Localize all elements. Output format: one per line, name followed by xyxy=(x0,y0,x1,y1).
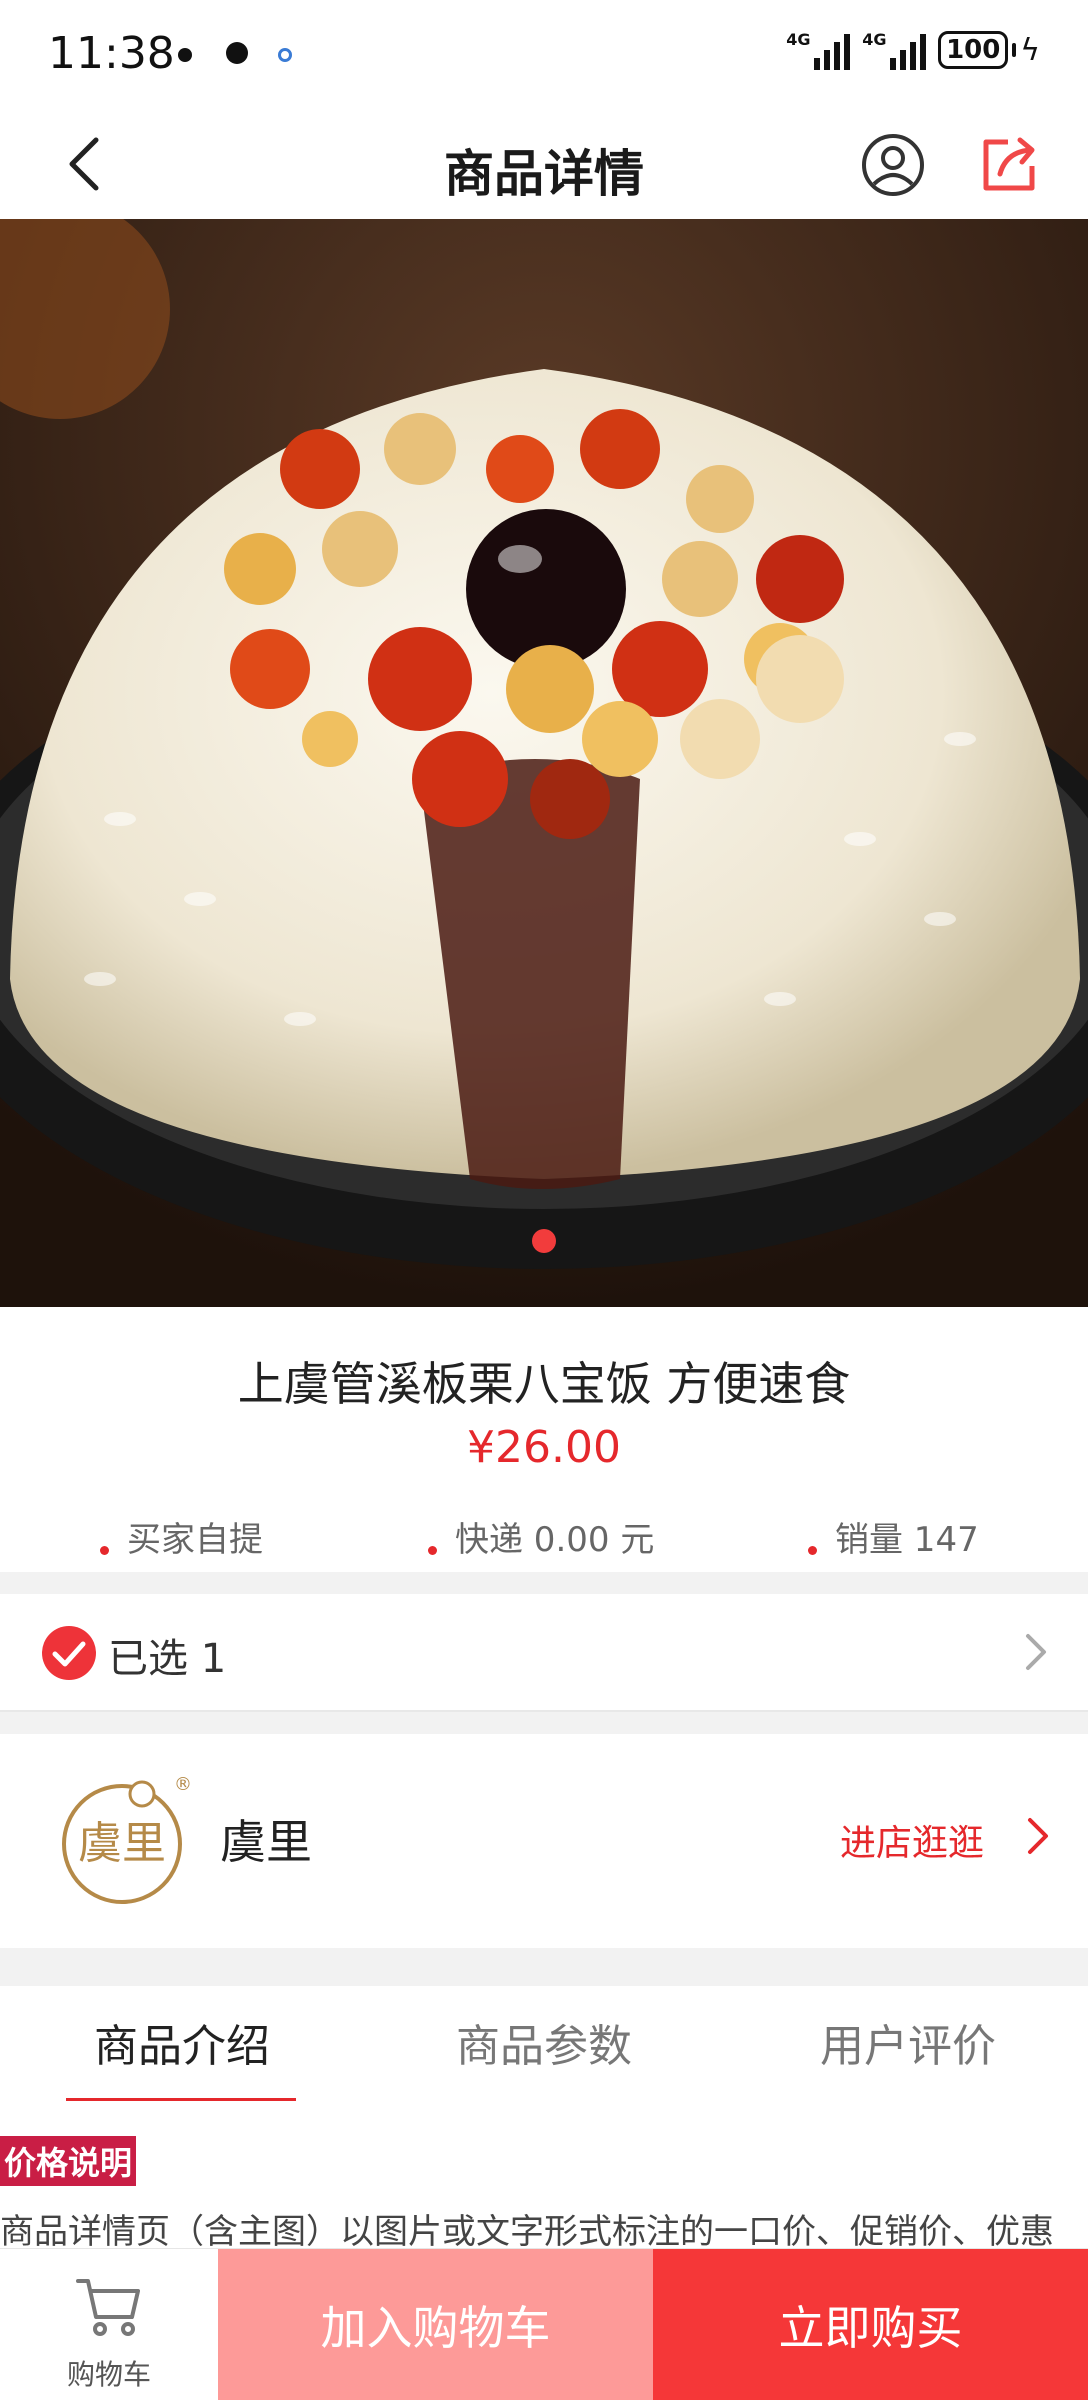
spec-selector[interactable]: 已选 1 xyxy=(0,1594,1088,1710)
selected-count: 已选 1 xyxy=(108,1636,227,1682)
sales-info: 销量 147 xyxy=(808,1512,979,1561)
chevron-right-icon[interactable] xyxy=(1024,1814,1052,1858)
tab-params[interactable]: 商品参数 xyxy=(394,2010,694,2074)
add-to-cart-button[interactable]: 加入购物车 xyxy=(218,2249,653,2400)
battery-icon: 100 ϟ xyxy=(938,31,1040,69)
bottom-action-bar: 购物车 加入购物车 立即购买 xyxy=(0,2248,1088,2400)
shop-logo: 虞里 ® xyxy=(62,1774,192,1904)
signal-icon: 4G xyxy=(786,30,851,70)
pickup-info: 买家自提 xyxy=(100,1512,263,1561)
product-price: ¥26.00 xyxy=(467,1422,621,1473)
tab-intro[interactable]: 商品介绍 xyxy=(32,2010,332,2074)
buy-now-button[interactable]: 立即购买 xyxy=(653,2249,1088,2400)
divider xyxy=(0,1572,1088,1594)
shop-row[interactable]: 虞里 ® 虞里 进店逛逛 xyxy=(0,1734,1088,1948)
detail-tabs: 商品介绍 商品参数 用户评价 xyxy=(0,1986,1088,2106)
shipping-info: 快递 0.00 元 xyxy=(428,1512,654,1561)
bullet-icon xyxy=(100,1546,109,1555)
divider xyxy=(0,1948,1088,1986)
tab-indicator xyxy=(66,2098,296,2101)
product-name: 上虞管溪板栗八宝饭 方便速食 xyxy=(237,1357,851,1411)
charging-icon: ϟ xyxy=(1020,32,1040,68)
status-bar: 11:38 4G 4G 100 ϟ xyxy=(0,0,1088,110)
bullet-icon xyxy=(428,1546,437,1555)
notification-icon xyxy=(178,48,192,62)
signal-icon: 4G xyxy=(862,30,927,70)
carousel-dot xyxy=(532,1229,556,1253)
nav-bar: 商品详情 xyxy=(0,110,1088,220)
svg-text:®: ® xyxy=(174,1774,192,1795)
svg-text:虞里: 虞里 xyxy=(78,1818,166,1869)
shop-name: 虞里 xyxy=(220,1815,312,1869)
chevron-right-icon xyxy=(1026,1634,1046,1670)
notification-icon xyxy=(278,48,292,62)
enter-shop-link[interactable]: 进店逛逛 xyxy=(840,1814,984,1866)
notification-icon xyxy=(226,42,248,64)
share-icon[interactable] xyxy=(978,132,1042,196)
divider xyxy=(0,1712,1088,1734)
tab-reviews[interactable]: 用户评价 xyxy=(758,2010,1058,2074)
user-icon[interactable] xyxy=(860,132,926,198)
price-note-badge: 价格说明 xyxy=(0,2136,137,2186)
check-icon xyxy=(42,1626,96,1680)
product-image[interactable] xyxy=(0,219,1088,1307)
cart-button[interactable]: 购物车 xyxy=(0,2249,218,2400)
price-note-text: 商品详情页（含主图）以图片或文字形式标注的一口价、促销价、优惠 xyxy=(0,2212,1054,2252)
bullet-icon xyxy=(808,1546,817,1555)
carousel-indicator xyxy=(0,1229,1088,1253)
status-time: 11:38 xyxy=(48,28,175,79)
cart-icon xyxy=(76,2279,140,2336)
